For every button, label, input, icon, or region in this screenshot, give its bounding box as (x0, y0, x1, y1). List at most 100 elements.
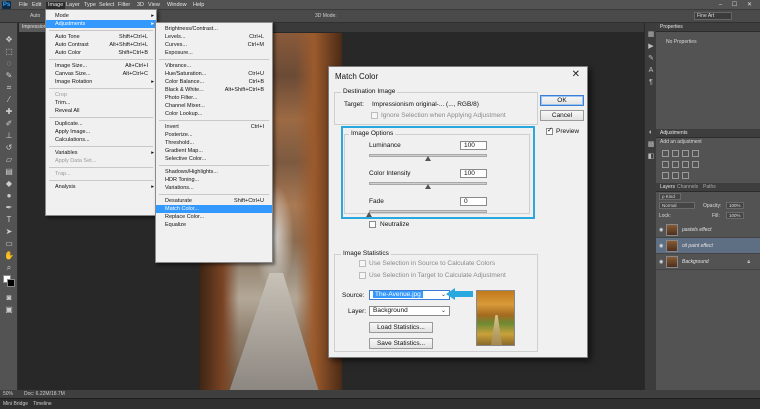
marquee-tool-icon[interactable]: ⬚ (4, 47, 14, 57)
menu-window[interactable]: Window (167, 2, 187, 9)
tab-timeline[interactable]: Timeline (33, 401, 52, 407)
menu-item-replace-color[interactable]: Replace Color... (156, 213, 272, 221)
brush-presets-icon[interactable]: ✎ (647, 55, 655, 63)
history-icon[interactable]: ▦ (647, 31, 655, 39)
menu-item-color-lookup[interactable]: Color Lookup... (156, 110, 272, 118)
path-select-tool-icon[interactable]: ➤ (4, 227, 14, 237)
tab-paths[interactable]: Paths (703, 184, 716, 190)
pen-tool-icon[interactable]: ✒ (4, 203, 14, 213)
menu-item-equalize[interactable]: Equalize (156, 221, 272, 229)
menu-select[interactable]: Select (99, 2, 114, 9)
blend-mode-select[interactable]: Normal (659, 202, 695, 209)
menu-item-posterize[interactable]: Posterize... (156, 131, 272, 139)
quick-select-tool-icon[interactable]: ✎ (4, 71, 14, 81)
menu-item-hdr-toning[interactable]: HDR Toning... (156, 176, 272, 184)
clone-stamp-tool-icon[interactable]: ⊥ (4, 131, 14, 141)
brush-tool-icon[interactable]: ✐ (4, 119, 14, 129)
tab-properties[interactable]: Properties (660, 24, 683, 30)
menu-image[interactable]: Image (46, 2, 66, 9)
brightness-adjustment-icon[interactable] (662, 150, 669, 157)
cancel-button[interactable]: Cancel (540, 110, 584, 121)
use-selection-target-checkbox[interactable] (359, 272, 366, 279)
shape-tool-icon[interactable]: ▭ (4, 239, 14, 249)
ignore-selection-checkbox[interactable] (371, 112, 378, 119)
layer-row[interactable]: ◉ Background 🔒︎ (656, 254, 760, 270)
menu-item-selective-color[interactable]: Selective Color... (156, 155, 272, 163)
invert-adjustment-icon[interactable] (662, 172, 669, 179)
menu-item-adjustments[interactable]: Adjustments ▸ (46, 20, 156, 28)
color-balance-adjustment-icon[interactable] (682, 161, 689, 168)
menu-item-channel-mixer[interactable]: Channel Mixer... (156, 102, 272, 110)
menu-item-desaturate[interactable]: Desaturate Shift+Ctrl+U (156, 197, 272, 205)
healing-tool-icon[interactable]: ✚ (4, 107, 14, 117)
tab-channels[interactable]: Channels (677, 184, 698, 190)
blur-tool-icon[interactable]: ◆ (4, 179, 14, 189)
threshold-adjustment-icon[interactable] (682, 172, 689, 179)
menu-item-brightness-contrast[interactable]: Brightness/Contrast... (156, 25, 272, 33)
eyedropper-tool-icon[interactable]: ⁄ (4, 95, 14, 105)
menu-item-trim[interactable]: Trim... (46, 99, 156, 107)
hue-saturation-adjustment-icon[interactable] (672, 161, 679, 168)
dodge-tool-icon[interactable]: ● (4, 191, 14, 201)
eye-icon[interactable]: ◉ (659, 243, 663, 249)
menu-layer[interactable]: Layer (66, 2, 80, 9)
menu-item-invert[interactable]: Invert Ctrl+I (156, 123, 272, 131)
menu-item-duplicate[interactable]: Duplicate... (46, 120, 156, 128)
menu-item-reveal-all[interactable]: Reveal All (46, 107, 156, 115)
menu-item-vibrance[interactable]: Vibrance... (156, 62, 272, 70)
load-statistics-button[interactable]: Load Statistics... (369, 322, 433, 333)
menu-item-mode[interactable]: Mode ▸ (46, 12, 156, 20)
tab-mini-bridge[interactable]: Mini Bridge (3, 401, 28, 407)
menu-item-variables[interactable]: Variables ▸ (46, 149, 156, 157)
menu-item-image-rotation[interactable]: Image Rotation ▸ (46, 78, 156, 86)
menu-type[interactable]: Type (84, 2, 96, 9)
menu-item-auto-contrast[interactable]: Auto Contrast Alt+Shift+Ctrl+L (46, 41, 156, 49)
tab-adjustments[interactable]: Adjustments (660, 130, 688, 136)
preview-checkbox[interactable] (546, 126, 553, 135)
opacity-input[interactable]: 100% (726, 202, 744, 209)
actions-icon[interactable]: ▶ (647, 43, 655, 51)
menu-help[interactable]: Help (193, 2, 204, 9)
layer-row[interactable]: ◉ pastels effect (656, 222, 760, 238)
menu-item-apply-image[interactable]: Apply Image... (46, 128, 156, 136)
menu-item-auto-color[interactable]: Auto Color Shift+Ctrl+B (46, 49, 156, 57)
window-controls[interactable]: – ☐ ✕ (719, 1, 756, 8)
posterize-adjustment-icon[interactable] (672, 172, 679, 179)
vibrance-adjustment-icon[interactable] (662, 161, 669, 168)
zoom-level[interactable]: 50% (3, 391, 13, 397)
gradient-tool-icon[interactable]: ▤ (4, 167, 14, 177)
menu-item-curves[interactable]: Curves... Ctrl+M (156, 41, 272, 49)
screen-mode-icon[interactable]: ▣ (4, 305, 14, 315)
menu-item-match-color[interactable]: Match Color... (156, 205, 272, 213)
color-icon[interactable]: ◐ (647, 129, 655, 137)
menu-3d[interactable]: 3D (137, 2, 144, 9)
fill-input[interactable]: 100% (726, 212, 744, 219)
layer-row[interactable]: ◉ oil paint effect (656, 238, 760, 254)
move-tool-icon[interactable]: ✥ (4, 35, 14, 45)
source-select[interactable]: The-Avenue.jpg ⌄ (369, 290, 450, 300)
character-icon[interactable]: A (647, 67, 655, 75)
curves-adjustment-icon[interactable] (682, 150, 689, 157)
menu-item-analysis[interactable]: Analysis ▸ (46, 183, 156, 191)
menu-view[interactable]: View (148, 2, 160, 9)
use-selection-source-checkbox[interactable] (359, 260, 366, 267)
history-brush-tool-icon[interactable]: ↺ (4, 143, 14, 153)
menu-item-variations[interactable]: Variations... (156, 184, 272, 192)
tab-layers[interactable]: Layers (660, 184, 675, 190)
menu-item-threshold[interactable]: Threshold... (156, 139, 272, 147)
eye-icon[interactable]: ◉ (659, 259, 663, 265)
menu-item-exposure[interactable]: Exposure... (156, 49, 272, 57)
type-tool-icon[interactable]: T (4, 215, 14, 225)
menu-edit[interactable]: Edit (32, 2, 41, 9)
lasso-tool-icon[interactable]: ◌ (4, 59, 14, 69)
menu-item-hue-saturation[interactable]: Hue/Saturation... Ctrl+U (156, 70, 272, 78)
eye-icon[interactable]: ◉ (659, 227, 663, 233)
close-icon[interactable]: ✕ (572, 70, 580, 80)
layer-select[interactable]: Background ⌄ (369, 306, 450, 316)
menu-item-levels[interactable]: Levels... Ctrl+L (156, 33, 272, 41)
menu-file[interactable]: File (19, 2, 28, 9)
quick-mask-icon[interactable]: ◙ (4, 293, 14, 303)
styles-icon[interactable]: ◧ (647, 153, 655, 161)
menu-item-black-white[interactable]: Black & White... Alt+Shift+Ctrl+B (156, 86, 272, 94)
layer-filter-kind[interactable]: ρ Kind (659, 193, 681, 200)
